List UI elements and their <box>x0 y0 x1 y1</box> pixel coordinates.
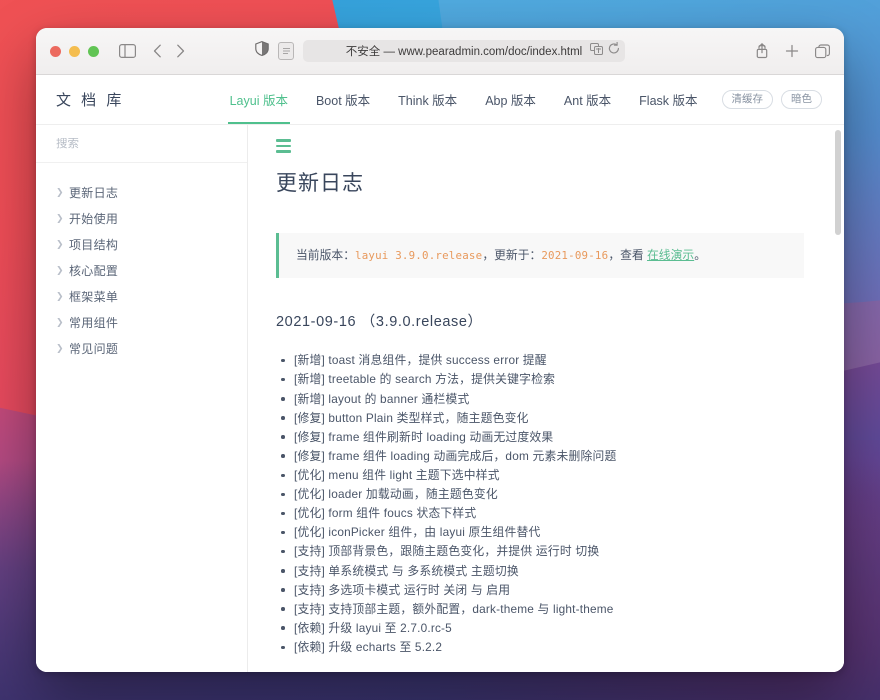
sidebar-search <box>36 125 247 163</box>
version-code: layui 3.9.0.release <box>355 249 482 262</box>
list-item: [修复] frame 组件刷新时 loading 动画无过度效果 <box>276 428 804 447</box>
page-body: ❯ 更新日志 ❯ 开始使用 ❯ 项目结构 ❯ 核 <box>36 125 844 672</box>
url-trailing-icons <box>590 42 620 60</box>
menu-hamburger-icon[interactable] <box>276 139 291 153</box>
list-item: [新增] toast 消息组件，提供 success error 提醒 <box>276 351 804 370</box>
sidebar-item-core-config[interactable]: ❯ 核心配置 <box>36 258 247 283</box>
doc-main-content: 更新日志 当前版本：layui 3.9.0.release，更新于：2021-0… <box>248 125 844 672</box>
update-date-code: 2021-09-16 <box>541 249 608 262</box>
list-item: [支持] 单系统模式 与 多系统模式 主题切换 <box>276 562 804 581</box>
tab-abp[interactable]: Abp 版本 <box>471 75 550 124</box>
sidebar-item-faq[interactable]: ❯ 常见问题 <box>36 336 247 361</box>
list-item: [支持] 顶部背景色，跟随主题色变化，并提供 运行时 切换 <box>276 542 804 561</box>
list-item: [优化] loader 加载动画，随主题色变化 <box>276 485 804 504</box>
list-item: [新增] layout 的 banner 通栏模式 <box>276 390 804 409</box>
changelog-list: [新增] toast 消息组件，提供 success error 提醒 [新增]… <box>276 351 804 657</box>
version-notice-prefix: 当前版本： <box>296 248 355 262</box>
header-action-pills: 清缓存 暗色 <box>722 90 823 110</box>
version-notice-suffix: ，查看 <box>608 248 647 262</box>
sidebar-item-label: 框架菜单 <box>69 288 118 305</box>
chevron-right-icon: ❯ <box>56 318 62 327</box>
tab-layui[interactable]: Layui 版本 <box>216 75 302 124</box>
translate-icon[interactable] <box>590 42 603 60</box>
chevron-right-icon: ❯ <box>56 240 62 249</box>
chevron-right-icon: ❯ <box>56 344 62 353</box>
list-item: [优化] iconPicker 组件，由 layui 原生组件替代 <box>276 523 804 542</box>
sidebar-item-label: 更新日志 <box>69 184 118 201</box>
version-notice-middle: ，更新于： <box>482 248 541 262</box>
tab-ant[interactable]: Ant 版本 <box>550 75 625 124</box>
minimize-window-button[interactable] <box>69 46 80 57</box>
clear-cache-button[interactable]: 清缓存 <box>722 90 774 110</box>
list-item: [依赖] 升级 layui 至 2.7.0.rc-5 <box>276 619 804 638</box>
back-arrow-icon[interactable] <box>153 44 162 58</box>
list-item: [依赖] 升级 echarts 至 5.2.2 <box>276 638 804 657</box>
list-item: [支持] 支持顶部主题，额外配置，dark-theme 与 light-them… <box>276 600 804 619</box>
sidebar-toggle-icon[interactable] <box>119 44 136 58</box>
sidebar-item-label: 核心配置 <box>69 262 118 279</box>
sidebar-item-framework-menu[interactable]: ❯ 框架菜单 <box>36 284 247 309</box>
url-input[interactable]: 不安全 — www.pearadmin.com/doc/index.html <box>303 40 625 62</box>
chevron-right-icon: ❯ <box>56 214 62 223</box>
online-demo-link[interactable]: 在线演示 <box>647 248 694 262</box>
window-controls <box>50 46 99 57</box>
site-header: 文 档 库 Layui 版本 Boot 版本 Think 版本 Abp 版本 A… <box>36 75 844 125</box>
desktop-wallpaper: 不安全 — www.pearadmin.com/doc/index.html <box>0 0 880 700</box>
search-input[interactable] <box>56 138 227 150</box>
sidebar-item-getting-started[interactable]: ❯ 开始使用 <box>36 206 247 231</box>
list-item: [优化] menu 组件 light 主题下选中样式 <box>276 466 804 485</box>
sidebar-nav-list: ❯ 更新日志 ❯ 开始使用 ❯ 项目结构 ❯ 核 <box>36 163 247 362</box>
chevron-right-icon: ❯ <box>56 188 62 197</box>
site-nav-tabs: Layui 版本 Boot 版本 Think 版本 Abp 版本 Ant 版本 … <box>216 75 822 124</box>
tab-boot[interactable]: Boot 版本 <box>302 75 384 124</box>
list-item: [优化] form 组件 foucs 状态下样式 <box>276 504 804 523</box>
version-notice-callout: 当前版本：layui 3.9.0.release，更新于：2021-09-16，… <box>276 233 804 279</box>
forward-arrow-icon[interactable] <box>176 44 185 58</box>
dark-mode-button[interactable]: 暗色 <box>781 90 822 110</box>
tab-think[interactable]: Think 版本 <box>384 75 471 124</box>
page-scrollbar-thumb[interactable] <box>835 130 841 235</box>
chevron-right-icon: ❯ <box>56 266 62 275</box>
zoom-window-button[interactable] <box>88 46 99 57</box>
version-notice-end: 。 <box>694 248 706 262</box>
doc-sidebar: ❯ 更新日志 ❯ 开始使用 ❯ 项目结构 ❯ 核 <box>36 125 248 672</box>
safari-browser-window: 不安全 — www.pearadmin.com/doc/index.html <box>36 28 844 672</box>
close-window-button[interactable] <box>50 46 61 57</box>
sidebar-item-project-structure[interactable]: ❯ 项目结构 <box>36 232 247 257</box>
list-item: [修复] button Plain 类型样式，随主题色变化 <box>276 409 804 428</box>
sidebar-item-common-components[interactable]: ❯ 常用组件 <box>36 310 247 335</box>
release-heading: 2021-09-16 （3.9.0.release） <box>276 310 804 331</box>
reader-view-icon[interactable] <box>278 42 294 60</box>
tab-overview-icon[interactable] <box>815 44 830 59</box>
sidebar-item-label: 常见问题 <box>69 340 118 357</box>
plus-icon[interactable] <box>785 44 799 58</box>
sidebar-item-changelog[interactable]: ❯ 更新日志 <box>36 180 247 205</box>
sidebar-item-label: 项目结构 <box>69 236 118 253</box>
url-text: 不安全 — www.pearadmin.com/doc/index.html <box>346 43 582 59</box>
list-item: [修复] frame 组件 loading 动画完成后，dom 元素未删除问题 <box>276 447 804 466</box>
shield-privacy-icon[interactable] <box>255 41 269 61</box>
web-page-content: 文 档 库 Layui 版本 Boot 版本 Think 版本 Abp 版本 A… <box>36 75 844 672</box>
page-title: 更新日志 <box>276 167 804 197</box>
toolbar-right-actions <box>755 43 830 59</box>
list-item: [支持] 多选项卡模式 运行时 关闭 与 启用 <box>276 581 804 600</box>
tab-flask[interactable]: Flask 版本 <box>625 75 711 124</box>
browser-toolbar: 不安全 — www.pearadmin.com/doc/index.html <box>36 28 844 75</box>
share-icon[interactable] <box>755 43 769 59</box>
reload-icon[interactable] <box>608 42 620 60</box>
list-item: [新增] treetable 的 search 方法，提供关键字检索 <box>276 370 804 389</box>
sidebar-item-label: 常用组件 <box>69 314 118 331</box>
chevron-right-icon: ❯ <box>56 292 62 301</box>
sidebar-item-label: 开始使用 <box>69 210 118 227</box>
site-brand-title: 文 档 库 <box>56 89 124 110</box>
